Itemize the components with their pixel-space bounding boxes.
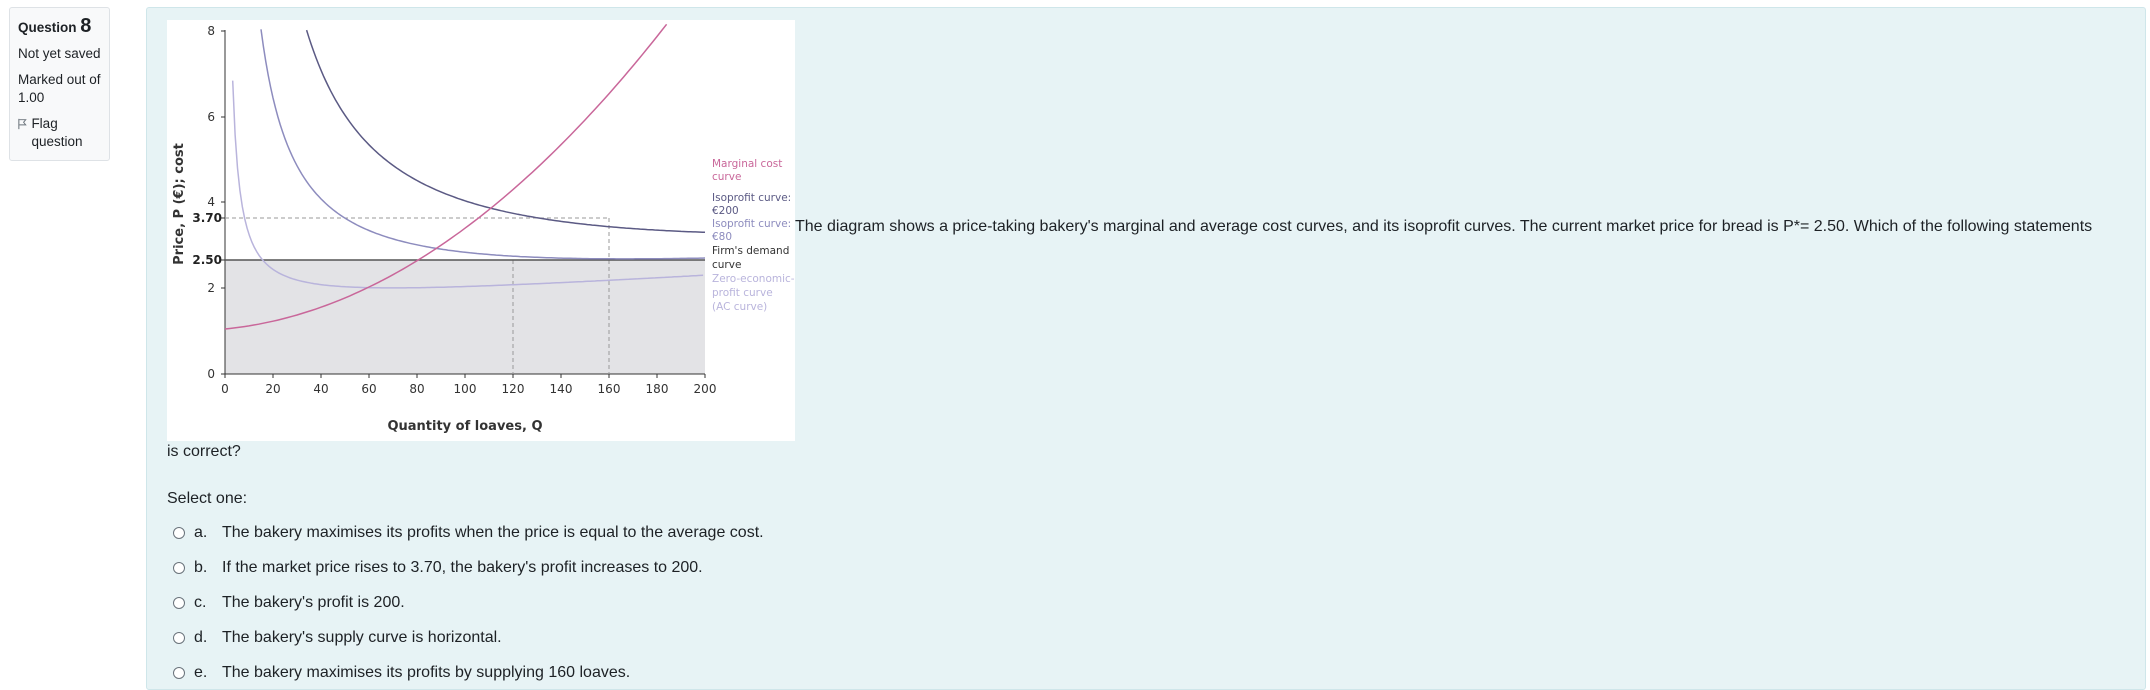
question-content: 0 2 4 6 8 2.50 3.70 0 20 40 60 80 100 120 140 16… (146, 7, 2146, 690)
isoprofit-curve-80 (260, 29, 706, 260)
question-number-heading: Question 8 (18, 15, 101, 37)
option-text-c[interactable]: The bakery's profit is 200. (222, 594, 405, 612)
question-number: 8 (80, 15, 92, 37)
x-tick-100: 100 (454, 374, 477, 396)
svg-text:60: 60 (361, 382, 376, 396)
radio-button-d[interactable] (173, 631, 185, 644)
svg-text:4: 4 (207, 195, 215, 209)
isoprofit-curve-200 (305, 29, 706, 234)
question-info-panel: Question 8 Not yet saved Marked out of 1… (9, 7, 110, 161)
y-tick-0: 0 (207, 367, 225, 381)
x-tick-140: 140 (550, 374, 573, 396)
svg-text:160: 160 (598, 382, 621, 396)
svg-text:Zero-economic-: Zero-economic- (712, 273, 795, 285)
profit-shaded-area (225, 260, 705, 374)
svg-text:curve: curve (712, 259, 741, 271)
svg-text:40: 40 (313, 382, 328, 396)
legend-ac-curve: Zero-economic- profit curve (AC curve) (712, 273, 795, 313)
svg-text:profit curve: profit curve (712, 287, 773, 299)
option-letter-a: a. (194, 523, 208, 541)
svg-text:Marginal cost: Marginal cost (712, 158, 782, 170)
svg-text:0: 0 (221, 382, 229, 396)
question-text-part2: is correct? (167, 443, 241, 460)
svg-text:80: 80 (409, 382, 424, 396)
svg-text:8: 8 (207, 24, 215, 38)
y-tick-2.50: 2.50 (192, 253, 225, 267)
diagram-figure: 0 2 4 6 8 2.50 3.70 0 20 40 60 80 100 120 140 16… (167, 20, 795, 441)
svg-text:€80: €80 (712, 231, 732, 243)
option-text-e[interactable]: The bakery maximises its profits by supp… (222, 664, 630, 682)
legend-isoprofit-200: Isoprofit curve: €200 (712, 192, 791, 217)
svg-text:Isoprofit curve:: Isoprofit curve: (712, 218, 791, 230)
y-axis-label: Price, P (€); cost (172, 143, 187, 265)
y-tick-3.70: 3.70 (192, 211, 225, 225)
option-letter-d: d. (194, 628, 208, 646)
answer-option-d[interactable]: d. The bakery's supply curve is horizont… (173, 620, 764, 655)
y-tick-8: 8 (207, 24, 225, 38)
save-status: Not yet saved (18, 46, 101, 61)
radio-button-a[interactable] (173, 526, 185, 539)
radio-button-c[interactable] (173, 596, 185, 609)
svg-text:6: 6 (207, 110, 215, 124)
legend-marginal-cost: Marginal cost curve (712, 158, 782, 183)
svg-text:(AC curve): (AC curve) (712, 301, 767, 313)
svg-text:2.50: 2.50 (192, 253, 222, 267)
marks-info: Marked out of 1.00 (18, 72, 101, 105)
question-text-part1: The diagram shows a price-taking bakery'… (795, 218, 2093, 235)
isoprofit-diagram: 0 2 4 6 8 2.50 3.70 0 20 40 60 80 100 120 140 16… (172, 23, 795, 434)
answer-options: a. The bakery maximises its profits when… (173, 515, 764, 690)
x-axis-label: Quantity of loaves, Q (387, 419, 542, 434)
svg-text:curve: curve (712, 171, 741, 183)
svg-text:20: 20 (265, 382, 280, 396)
x-tick-160: 160 (598, 374, 621, 396)
svg-text:100: 100 (454, 382, 477, 396)
x-tick-40: 40 (313, 374, 329, 396)
y-tick-6: 6 (207, 110, 225, 124)
svg-text:180: 180 (646, 382, 669, 396)
option-letter-e: e. (194, 663, 208, 681)
option-text-a[interactable]: The bakery maximises its profits when th… (222, 524, 764, 542)
question-word: Question (18, 20, 77, 35)
x-ticks: 0 20 40 60 80 100 120 140 160 180 200 (221, 374, 716, 396)
option-text-b[interactable]: If the market price rises to 3.70, the b… (222, 559, 703, 577)
x-tick-0: 0 (221, 374, 229, 396)
option-letter-c: c. (194, 593, 207, 611)
flag-question-label: Flag question (31, 116, 83, 149)
x-tick-80: 80 (409, 374, 425, 396)
x-tick-60: 60 (361, 374, 377, 396)
svg-text:120: 120 (502, 382, 525, 396)
radio-button-b[interactable] (173, 561, 185, 574)
flag-icon (18, 118, 27, 130)
flag-question-link[interactable]: Flag question (18, 115, 101, 151)
option-text-d[interactable]: The bakery's supply curve is horizontal. (222, 629, 502, 647)
ac-curve (231, 80, 704, 289)
svg-text:2: 2 (207, 281, 215, 295)
x-tick-200: 200 (694, 374, 717, 396)
svg-text:0: 0 (207, 367, 215, 381)
svg-text:Isoprofit curve:: Isoprofit curve: (712, 192, 791, 204)
select-one-prompt: Select one: (167, 490, 248, 507)
x-tick-120: 120 (502, 374, 525, 396)
answer-option-c[interactable]: c. The bakery's profit is 200. (173, 585, 764, 620)
x-tick-180: 180 (646, 374, 669, 396)
option-letter-b: b. (194, 558, 208, 576)
radio-button-e[interactable] (173, 666, 185, 679)
y-tick-2: 2 (207, 281, 225, 295)
legend-isoprofit-80: Isoprofit curve: €80 (712, 218, 791, 243)
answer-option-b[interactable]: b. If the market price rises to 3.70, th… (173, 550, 764, 585)
answer-option-a[interactable]: a. The bakery maximises its profits when… (173, 515, 764, 550)
svg-text:140: 140 (550, 382, 573, 396)
x-tick-20: 20 (265, 374, 281, 396)
answer-option-e[interactable]: e. The bakery maximises its profits by s… (173, 655, 764, 690)
svg-text:€200: €200 (712, 205, 739, 217)
legend-demand: Firm's demand curve (712, 245, 789, 271)
svg-text:3.70: 3.70 (192, 211, 222, 225)
svg-text:200: 200 (694, 382, 717, 396)
svg-text:Firm's demand: Firm's demand (712, 245, 789, 257)
y-tick-4: 4 (207, 195, 225, 209)
